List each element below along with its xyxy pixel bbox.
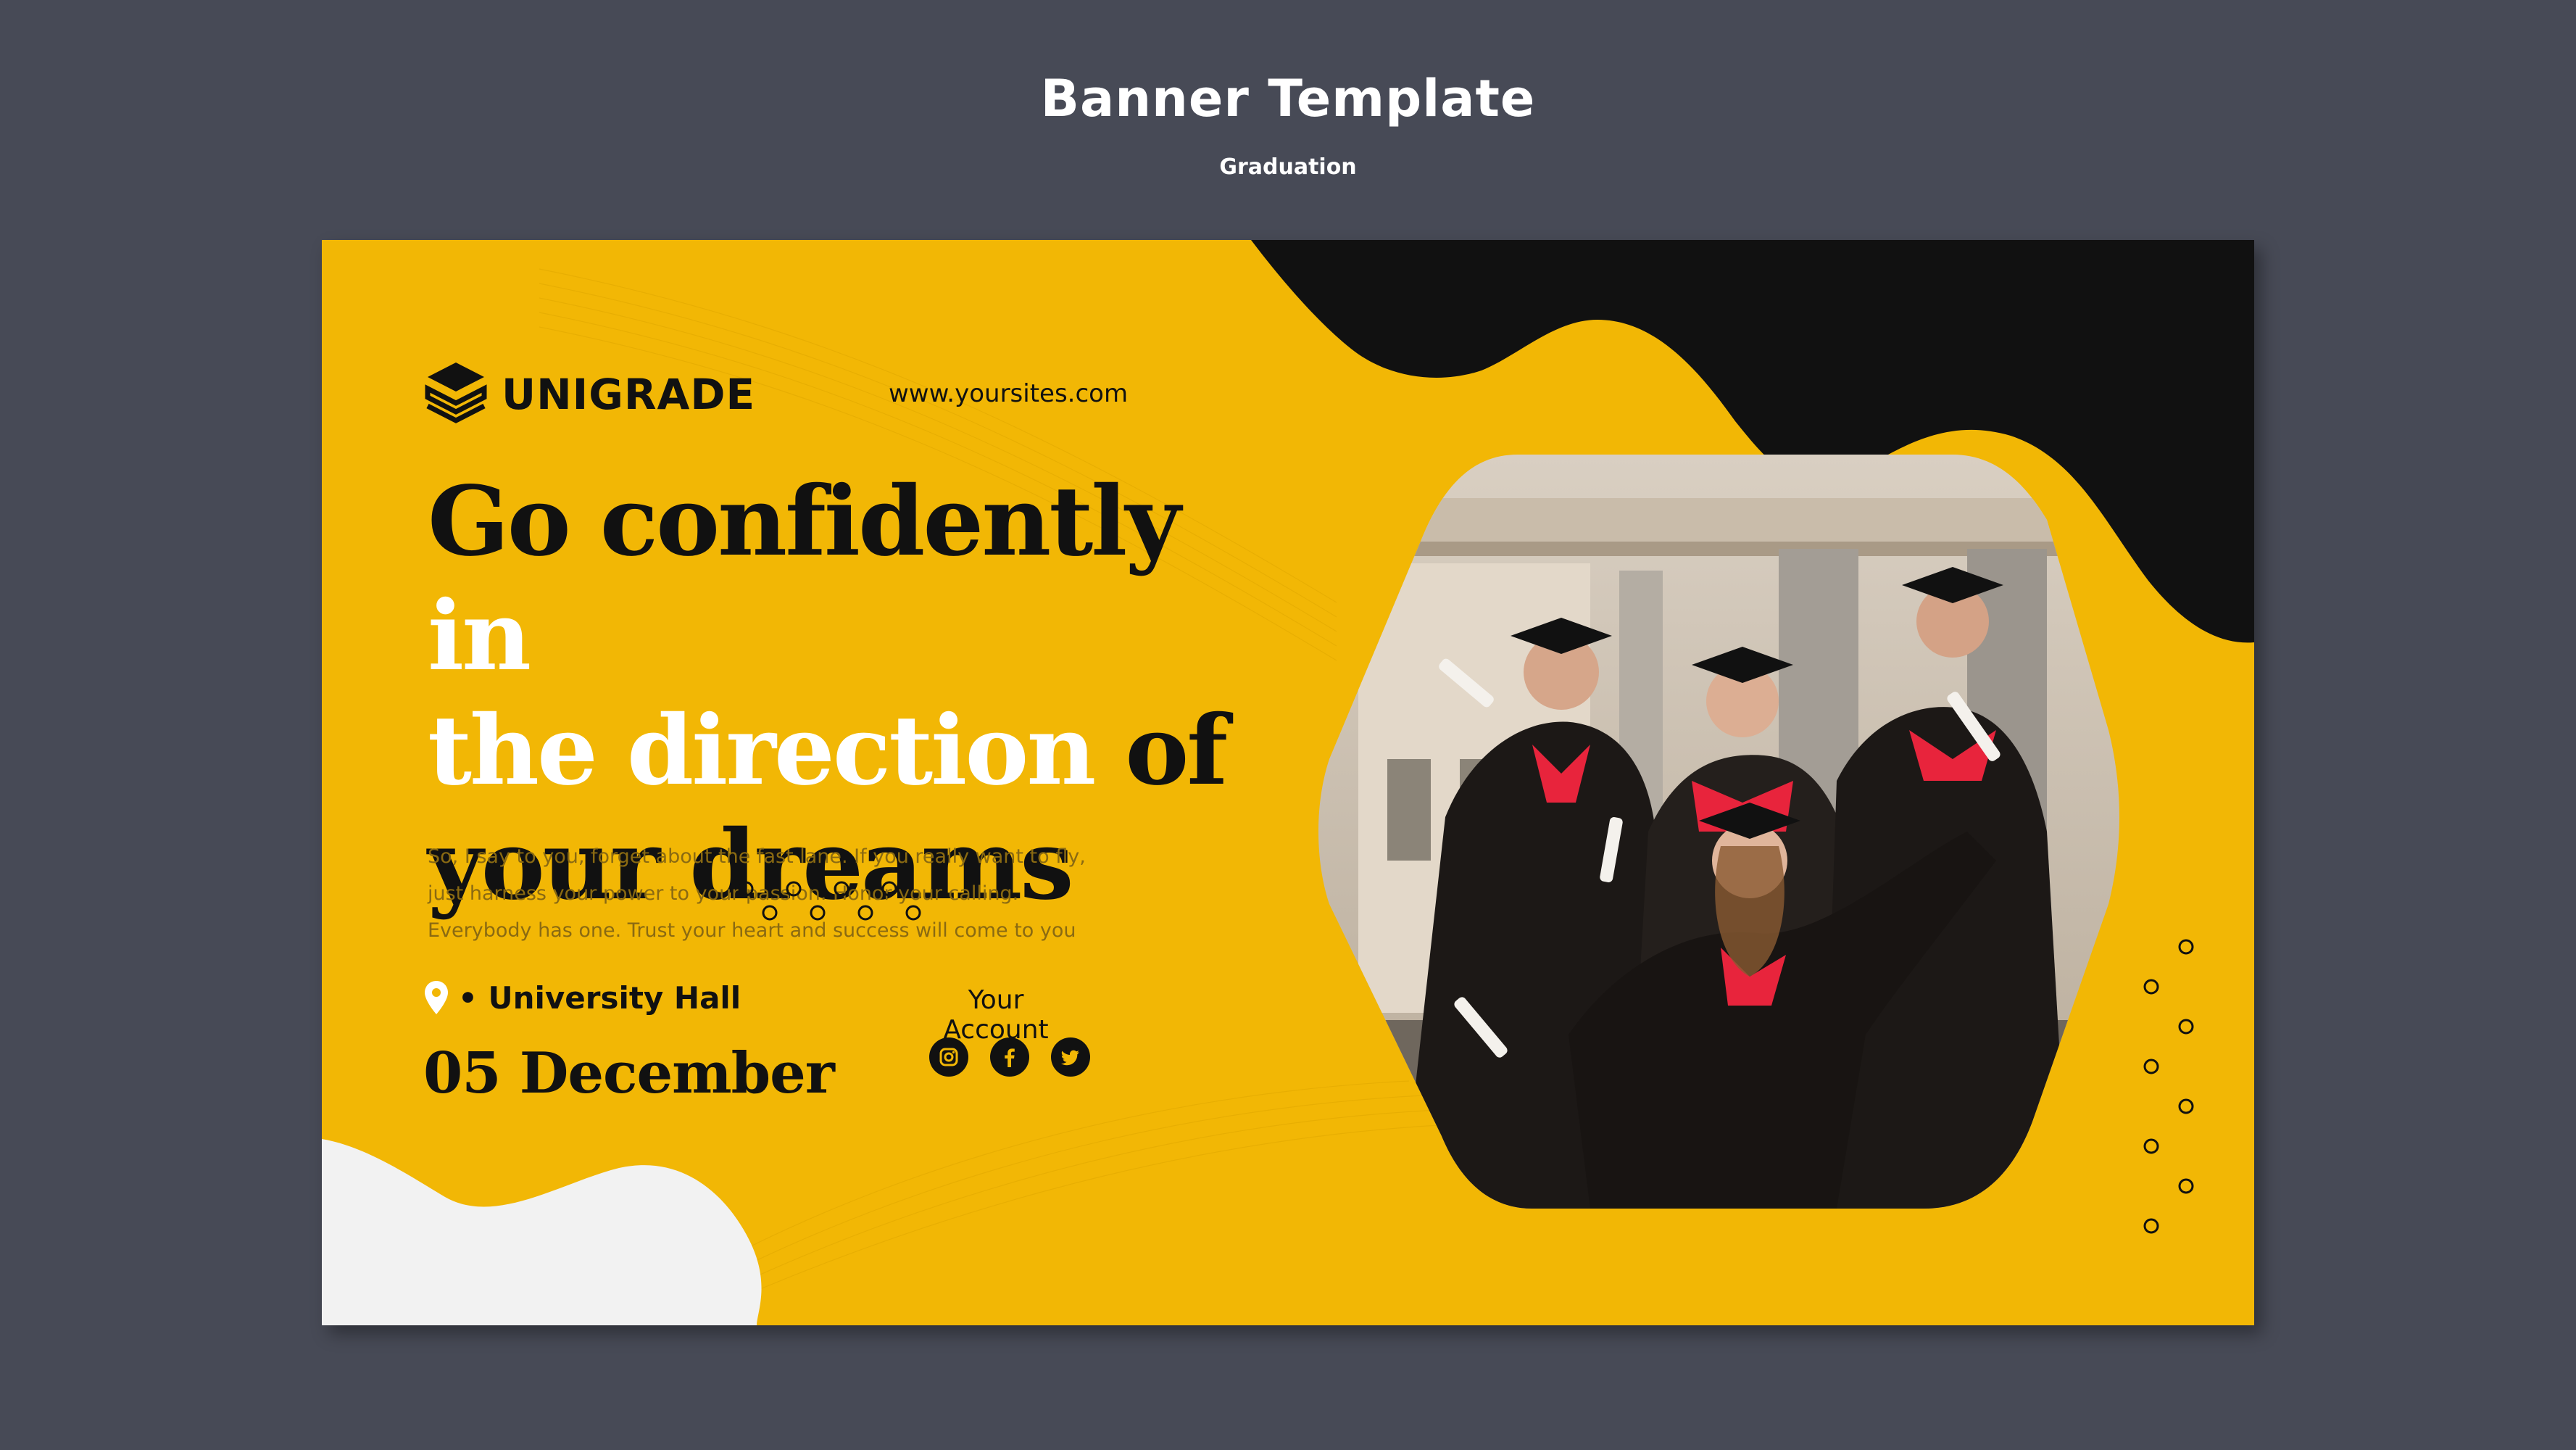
brand-logo[interactable]: UNIGRADE bbox=[425, 360, 755, 429]
facebook-icon[interactable] bbox=[990, 1037, 1029, 1077]
map-pin-icon bbox=[425, 981, 448, 1014]
headline-part-4: of bbox=[1125, 695, 1228, 807]
social-links bbox=[929, 1037, 1090, 1077]
website-link[interactable]: www.yoursites.com bbox=[889, 379, 1128, 408]
light-blob bbox=[322, 1139, 762, 1325]
page-title: Banner Template bbox=[1040, 69, 1536, 128]
brand-name: UNIGRADE bbox=[502, 370, 756, 419]
headline-part-1: Go confidently bbox=[428, 465, 1181, 578]
dot-pattern-bottom bbox=[738, 881, 921, 921]
banner: UNIGRADE www.yoursites.com Go confidentl… bbox=[322, 240, 2254, 1325]
page-subtitle: Graduation bbox=[1219, 154, 1357, 180]
account-label: Your Account bbox=[943, 985, 1049, 1045]
body-line: So, I say to you, forget about the fast … bbox=[428, 845, 1086, 868]
instagram-icon[interactable] bbox=[929, 1037, 968, 1077]
event-date: 05 December bbox=[423, 1040, 835, 1106]
dot-pattern-right bbox=[2143, 939, 2194, 1234]
headline-part-2: in bbox=[428, 580, 531, 692]
page-header: Banner Template Graduation bbox=[0, 69, 2576, 180]
graduates-photo bbox=[1318, 455, 2119, 1209]
location-text: • University Hall bbox=[458, 979, 741, 1016]
layers-logo-icon bbox=[425, 362, 487, 423]
headline-part-3: the direction bbox=[428, 695, 1126, 807]
location: • University Hall bbox=[423, 979, 741, 1016]
twitter-icon[interactable] bbox=[1051, 1037, 1090, 1077]
